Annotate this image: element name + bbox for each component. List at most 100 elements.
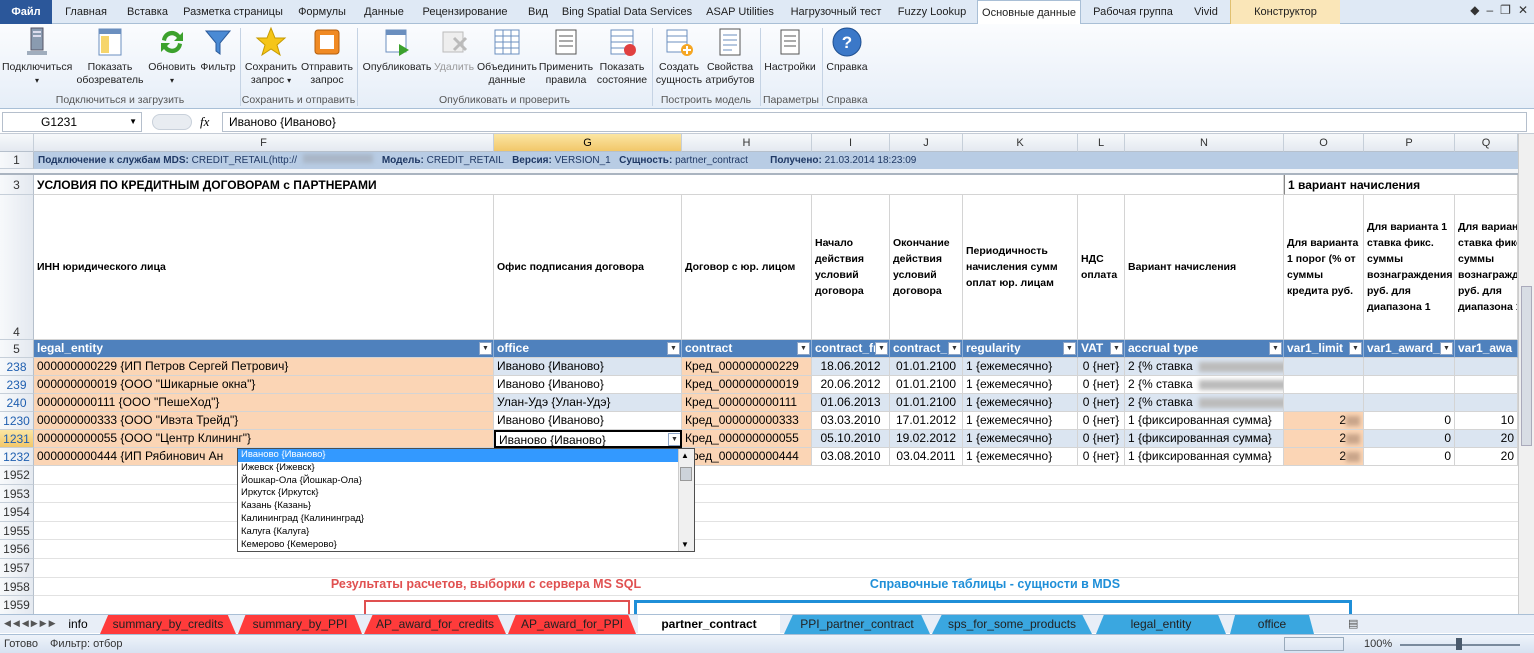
cell-I[interactable]: 01.06.2013	[812, 394, 890, 412]
cell-G[interactable]: Улан-Удэ {Улан-Удэ}	[494, 394, 682, 412]
cell-K[interactable]: 1 {ежемесячно}	[963, 394, 1078, 412]
cell-F[interactable]: 000000000019 {ООО "Шикарные окна"}	[34, 376, 494, 394]
insert-sheet-icon[interactable]: ▤	[1348, 617, 1358, 630]
dropdown-option[interactable]: Казань {Казань}	[238, 500, 679, 513]
tab-file[interactable]: Файл	[0, 0, 52, 24]
delete-button[interactable]: Удалить	[432, 26, 476, 74]
apply-rules-button[interactable]: Применить правила	[538, 26, 594, 87]
column-header-O[interactable]: O	[1284, 134, 1364, 152]
column-header-N[interactable]: N	[1125, 134, 1284, 152]
row-header-3[interactable]: 3	[0, 175, 34, 195]
cell-dropdown-icon[interactable]: ▼	[668, 433, 680, 446]
dropdown-option[interactable]: Йошкар-Ола {Йошкар-Ола}	[238, 475, 679, 488]
select-all-corner[interactable]	[0, 134, 34, 152]
sheet-tab[interactable]: partner_contract	[638, 615, 780, 634]
tab-master-data[interactable]: Основные данные	[977, 0, 1081, 25]
cell-Q[interactable]: 20	[1455, 430, 1518, 448]
row-header[interactable]: 1953	[0, 484, 34, 504]
cell-I[interactable]: 18.06.2012	[812, 358, 890, 376]
row-header[interactable]: 1959	[0, 596, 34, 614]
cell-H[interactable]: Кред_000000000229	[682, 358, 812, 376]
cell-K[interactable]: 1 {ежемесячно}	[963, 376, 1078, 394]
cell-L[interactable]: 0 {нет}	[1078, 448, 1125, 466]
tab-fuzzy[interactable]: Fuzzy Lookup	[892, 0, 972, 24]
cell-G[interactable]: Иваново {Иваново}	[494, 412, 682, 430]
filter-button[interactable]: Фильтр	[198, 26, 238, 74]
close-icon[interactable]: ✕	[1518, 3, 1528, 21]
sheet-tab[interactable]: summary_by_credits	[100, 615, 236, 634]
cell-N[interactable]: 2 {% ставка}	[1125, 394, 1284, 412]
combine-data-button[interactable]: Объединить данные	[476, 26, 538, 87]
dropdown-option[interactable]: Калуга {Калуга}	[238, 526, 679, 539]
scroll-thumb[interactable]	[1521, 286, 1532, 446]
cell-P[interactable]	[1364, 394, 1455, 412]
cell-K[interactable]: 1 {ежемесячно}	[963, 430, 1078, 448]
column-header-H[interactable]: H	[682, 134, 812, 152]
filter-dropdown-icon[interactable]: ▼	[1063, 342, 1076, 355]
cell-J[interactable]: 03.04.2011	[890, 448, 963, 466]
cell-P[interactable]	[1364, 358, 1455, 376]
cell-L[interactable]: 0 {нет}	[1078, 430, 1125, 448]
vertical-scrollbar[interactable]	[1518, 134, 1534, 614]
tab-insert[interactable]: Вставка	[120, 0, 175, 24]
cell-F[interactable]: 000000000333 {ООО "Ивэта Трейд"}	[34, 412, 494, 430]
dropdown-option[interactable]: Калининград {Калининград}	[238, 513, 679, 526]
row-header[interactable]: 1231	[0, 430, 34, 448]
cell-O[interactable]: 2	[1284, 448, 1364, 466]
sheet-tab[interactable]: AP_award_for_credits	[364, 615, 506, 634]
settings-button[interactable]: Настройки	[762, 26, 818, 74]
filter-dropdown-icon[interactable]: ▼	[1269, 342, 1282, 355]
column-header-J[interactable]: J	[890, 134, 963, 152]
filter-dropdown-icon[interactable]: ▼	[875, 342, 888, 355]
row-header[interactable]: 1958	[0, 577, 34, 597]
row-header-1[interactable]: 1	[0, 152, 34, 169]
sheet-nav-arrows[interactable]: ◀◀◀▶▶▶	[4, 618, 58, 629]
show-state-button[interactable]: Показать состояние	[594, 26, 650, 87]
cell-O[interactable]	[1284, 394, 1364, 412]
cell-Q[interactable]	[1455, 358, 1518, 376]
create-entity-button[interactable]: Создать сущность	[654, 26, 704, 87]
row-header[interactable]: 238	[0, 358, 34, 376]
cell-K[interactable]: 1 {ежемесячно}	[963, 358, 1078, 376]
cell-I[interactable]: 20.06.2012	[812, 376, 890, 394]
cell-H[interactable]: Кред_000000000019	[682, 376, 812, 394]
active-cell-office[interactable]: Иваново {Иваново} ▼	[494, 430, 682, 448]
cell-F[interactable]: 000000000111 {ООО "ПешеХод"}	[34, 394, 494, 412]
sheet-tab[interactable]: office	[1230, 615, 1314, 634]
cell-N[interactable]: 2 {% ставка}	[1125, 376, 1284, 394]
sheet-tab[interactable]: legal_entity	[1096, 615, 1226, 634]
filter-dropdown-icon[interactable]: ▼	[797, 342, 810, 355]
cell-G[interactable]: Иваново {Иваново}	[494, 376, 682, 394]
tab-formulas[interactable]: Формулы	[292, 0, 352, 24]
sheet-tab[interactable]: PPI_partner_contract	[784, 615, 930, 634]
filter-dropdown-icon[interactable]: ▼	[1349, 342, 1362, 355]
cell-P[interactable]: 0	[1364, 430, 1455, 448]
dropdown-option[interactable]: Иваново {Иваново}	[238, 449, 679, 462]
cell-K[interactable]: 1 {ежемесячно}	[963, 412, 1078, 430]
cell-J[interactable]: 01.01.2100	[890, 376, 963, 394]
row-header[interactable]: 1955	[0, 521, 34, 541]
column-header-F[interactable]: F	[34, 134, 494, 152]
row-header[interactable]: 1230	[0, 412, 34, 430]
column-header-P[interactable]: P	[1364, 134, 1455, 152]
cell-P[interactable]	[1364, 376, 1455, 394]
cell-P[interactable]: 0	[1364, 448, 1455, 466]
cell-K[interactable]: 1 {ежемесячно}	[963, 448, 1078, 466]
cell-N[interactable]: 1 {фиксированная сумма}	[1125, 430, 1284, 448]
cell-Q[interactable]	[1455, 376, 1518, 394]
scroll-thumb[interactable]	[680, 467, 692, 481]
cell-N[interactable]: 1 {фиксированная сумма}	[1125, 448, 1284, 466]
tab-asap[interactable]: ASAP Utilities	[700, 0, 780, 24]
office-dropdown-list[interactable]: Иваново {Иваново} Ижевск {Ижевск} Йошкар-О…	[237, 448, 695, 552]
cell-Q[interactable]	[1455, 394, 1518, 412]
tab-page-layout[interactable]: Разметка страницы	[180, 0, 286, 24]
cell-F[interactable]: 000000000229 {ИП Петров Сергей Петрович}	[34, 358, 494, 376]
cell-J[interactable]: 17.01.2012	[890, 412, 963, 430]
tab-load-test[interactable]: Нагрузочный тест	[786, 0, 886, 24]
formula-controls[interactable]	[152, 114, 192, 130]
row-header[interactable]: 1232	[0, 448, 34, 466]
tab-home[interactable]: Главная	[56, 0, 116, 24]
column-header-Q[interactable]: Q	[1455, 134, 1518, 152]
row-header[interactable]: 1954	[0, 503, 34, 522]
sheet-tab[interactable]: summary_by_PPI	[238, 615, 362, 634]
